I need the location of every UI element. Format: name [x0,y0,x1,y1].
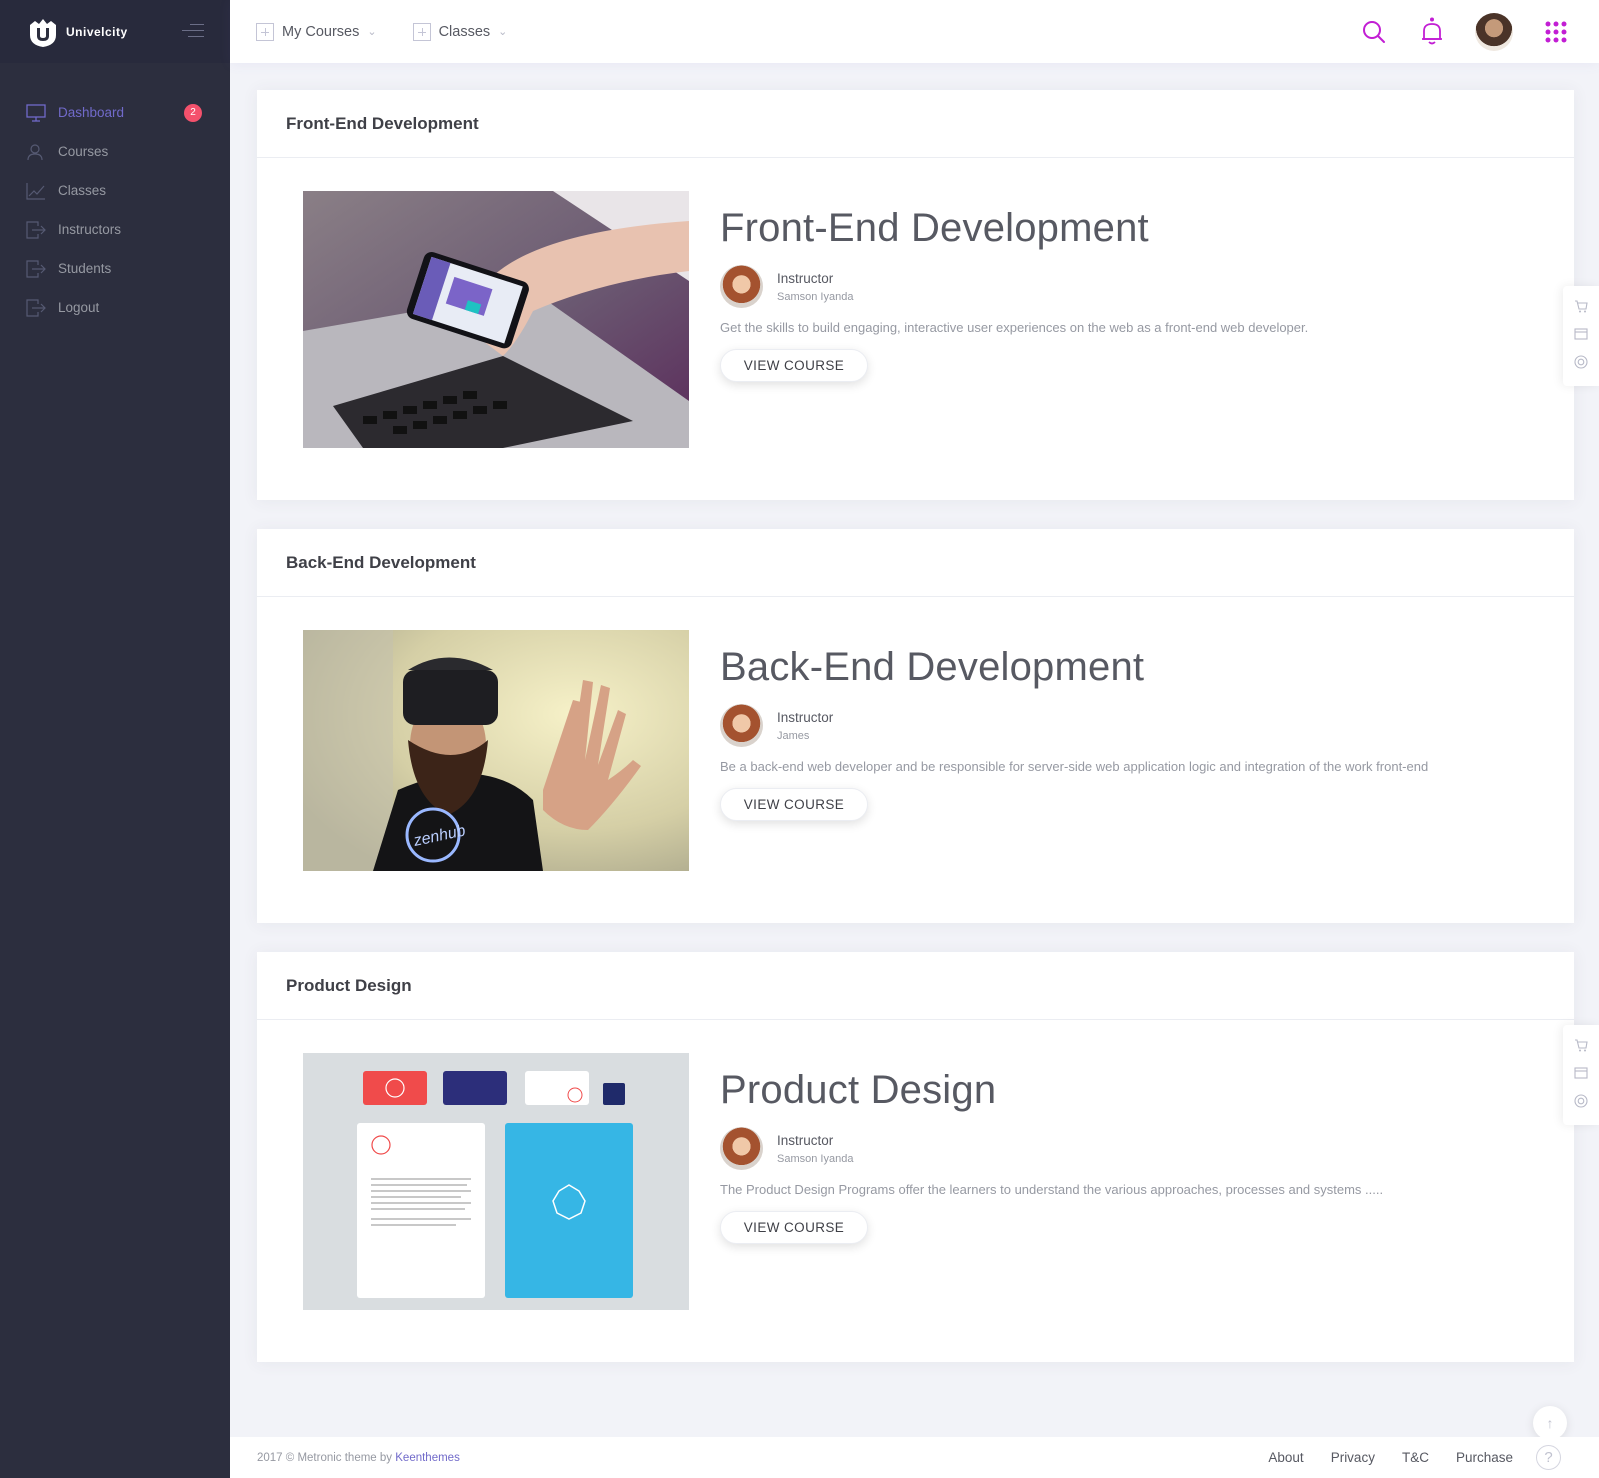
sidebar-item-label: Dashboard [58,105,125,120]
course-image[interactable] [303,1053,689,1310]
instructor-name: Samson Iyanda [777,1152,854,1165]
instructor-avatar [720,704,763,747]
code-icon[interactable] [1574,1066,1588,1085]
sidebar-item-students[interactable]: Students [0,249,230,288]
sidebar-item-instructors[interactable]: Instructors [0,210,230,249]
view-course-button[interactable]: VIEW COURSE [720,1211,868,1244]
course-description: Get the skills to build engaging, intera… [720,320,1309,335]
sidebar-menu: Dashboard 2 Courses Classes Instructors [0,93,230,327]
sidebar-item-label: Classes [58,183,107,198]
course-info: Back-End Development Instructor James Be… [720,645,1428,821]
course-title: Back-End Development [720,645,1145,689]
sidebar: Univelcity Dashboard 2 Courses Classes I… [0,0,230,1478]
lifebuoy-icon[interactable] [1574,354,1588,374]
course-info: Front-End Development Instructor Samson … [720,206,1308,382]
nav-label: My Courses [282,23,360,40]
instructor-label: Instructor [777,270,834,286]
course-image[interactable]: zenhub [303,630,689,871]
footer: 2017 © Metronic theme by Keenthemes Abou… [230,1437,1599,1478]
instructor-avatar [720,1127,763,1170]
brand: Univelcity [0,0,230,63]
quick-side-toolbar [1563,286,1599,386]
instructor-label: Instructor [777,709,834,725]
course-description: Be a back-end web developer and be respo… [720,759,1429,774]
header-tools [1331,0,1571,63]
sidebar-item-logout[interactable]: Logout [0,288,230,327]
view-course-button[interactable]: VIEW COURSE [720,349,868,382]
plus-box-icon [412,22,431,41]
view-course-button[interactable]: VIEW COURSE [720,788,868,821]
course-card: Front-End Development Front-End Developm… [257,90,1574,500]
keenthemes-link[interactable]: Keenthemes [395,1452,460,1464]
instructor-avatar [720,265,763,308]
course-description: The Product Design Programs offer the le… [720,1182,1384,1197]
chevron-down-icon: ⌄ [367,26,377,38]
logout-icon [26,220,46,239]
nav-label: Classes [438,23,491,40]
card-header: Back-End Development [257,529,1574,597]
footer-link-tc[interactable]: T&C [1402,1450,1429,1465]
sidebar-item-label: Students [58,261,112,276]
header-nav: My Courses ⌄ Classes ⌄ [256,0,543,63]
chevron-down-icon: ⌄ [498,26,508,38]
course-image[interactable] [303,191,689,448]
top-header: My Courses ⌄ Classes ⌄ [230,0,1599,63]
sidebar-item-label: Instructors [58,222,122,237]
card-header: Front-End Development [257,90,1574,158]
users-icon [26,143,46,161]
nav-classes[interactable]: Classes ⌄ [412,22,508,41]
chart-icon [26,182,46,200]
brand-name: Univelcity [66,24,128,39]
course-title: Front-End Development [720,206,1149,250]
card-header: Product Design [257,952,1574,1020]
instructor: Instructor James [720,704,1428,747]
instructor-name: Samson Iyanda [777,290,854,303]
bell-icon[interactable] [1417,17,1447,47]
sidebar-item-courses[interactable]: Courses [0,132,230,171]
footer-link-about[interactable]: About [1268,1450,1303,1465]
sidebar-item-label: Logout [58,300,100,315]
arrow-up-icon: ↑ [1546,1415,1554,1431]
logout-icon [26,259,46,278]
footer-link-privacy[interactable]: Privacy [1331,1450,1375,1465]
instructor-label: Instructor [777,1132,834,1148]
course-card: Product Design Product Design Instructor… [257,952,1574,1362]
univelcity-logo-icon[interactable] [26,15,60,49]
apps-grid-icon[interactable] [1541,17,1571,47]
card-title: Product Design [286,975,412,995]
course-title: Product Design [720,1068,997,1112]
nav-my-courses[interactable]: My Courses ⌄ [256,22,377,41]
sidebar-item-dashboard[interactable]: Dashboard 2 [0,93,230,132]
monitor-icon [26,103,46,122]
card-title: Front-End Development [286,113,479,133]
code-icon[interactable] [1574,327,1588,346]
search-icon[interactable] [1359,17,1389,47]
instructor: Instructor Samson Iyanda [720,1127,1383,1170]
quick-side-toolbar [1563,1025,1599,1125]
card-title: Back-End Development [286,552,476,572]
help-icon[interactable]: ? [1536,1445,1561,1470]
course-card: Back-End Development zenhub Back-End Dev… [257,529,1574,923]
cart-icon[interactable] [1574,299,1588,318]
sidebar-toggle-icon[interactable] [182,24,204,42]
cart-icon[interactable] [1574,1038,1588,1057]
avatar-image [1475,12,1513,51]
footer-links: About Privacy T&C Purchase [1241,1450,1513,1465]
sidebar-item-classes[interactable]: Classes [0,171,230,210]
course-info: Product Design Instructor Samson Iyanda … [720,1068,1383,1244]
sidebar-item-label: Courses [58,144,109,159]
instructor: Instructor Samson Iyanda [720,265,1308,308]
notification-badge: 2 [184,103,202,122]
plus-box-icon [256,22,274,41]
logout-icon [26,298,46,317]
instructor-name: James [777,729,810,742]
user-avatar[interactable] [1475,12,1513,51]
lifebuoy-icon[interactable] [1574,1093,1588,1113]
footer-link-purchase[interactable]: Purchase [1456,1450,1513,1465]
copyright: 2017 © Metronic theme by Keenthemes [257,1452,460,1464]
scroll-top-button[interactable]: ↑ [1533,1406,1567,1440]
copyright-text: 2017 © Metronic theme by [257,1451,393,1464]
